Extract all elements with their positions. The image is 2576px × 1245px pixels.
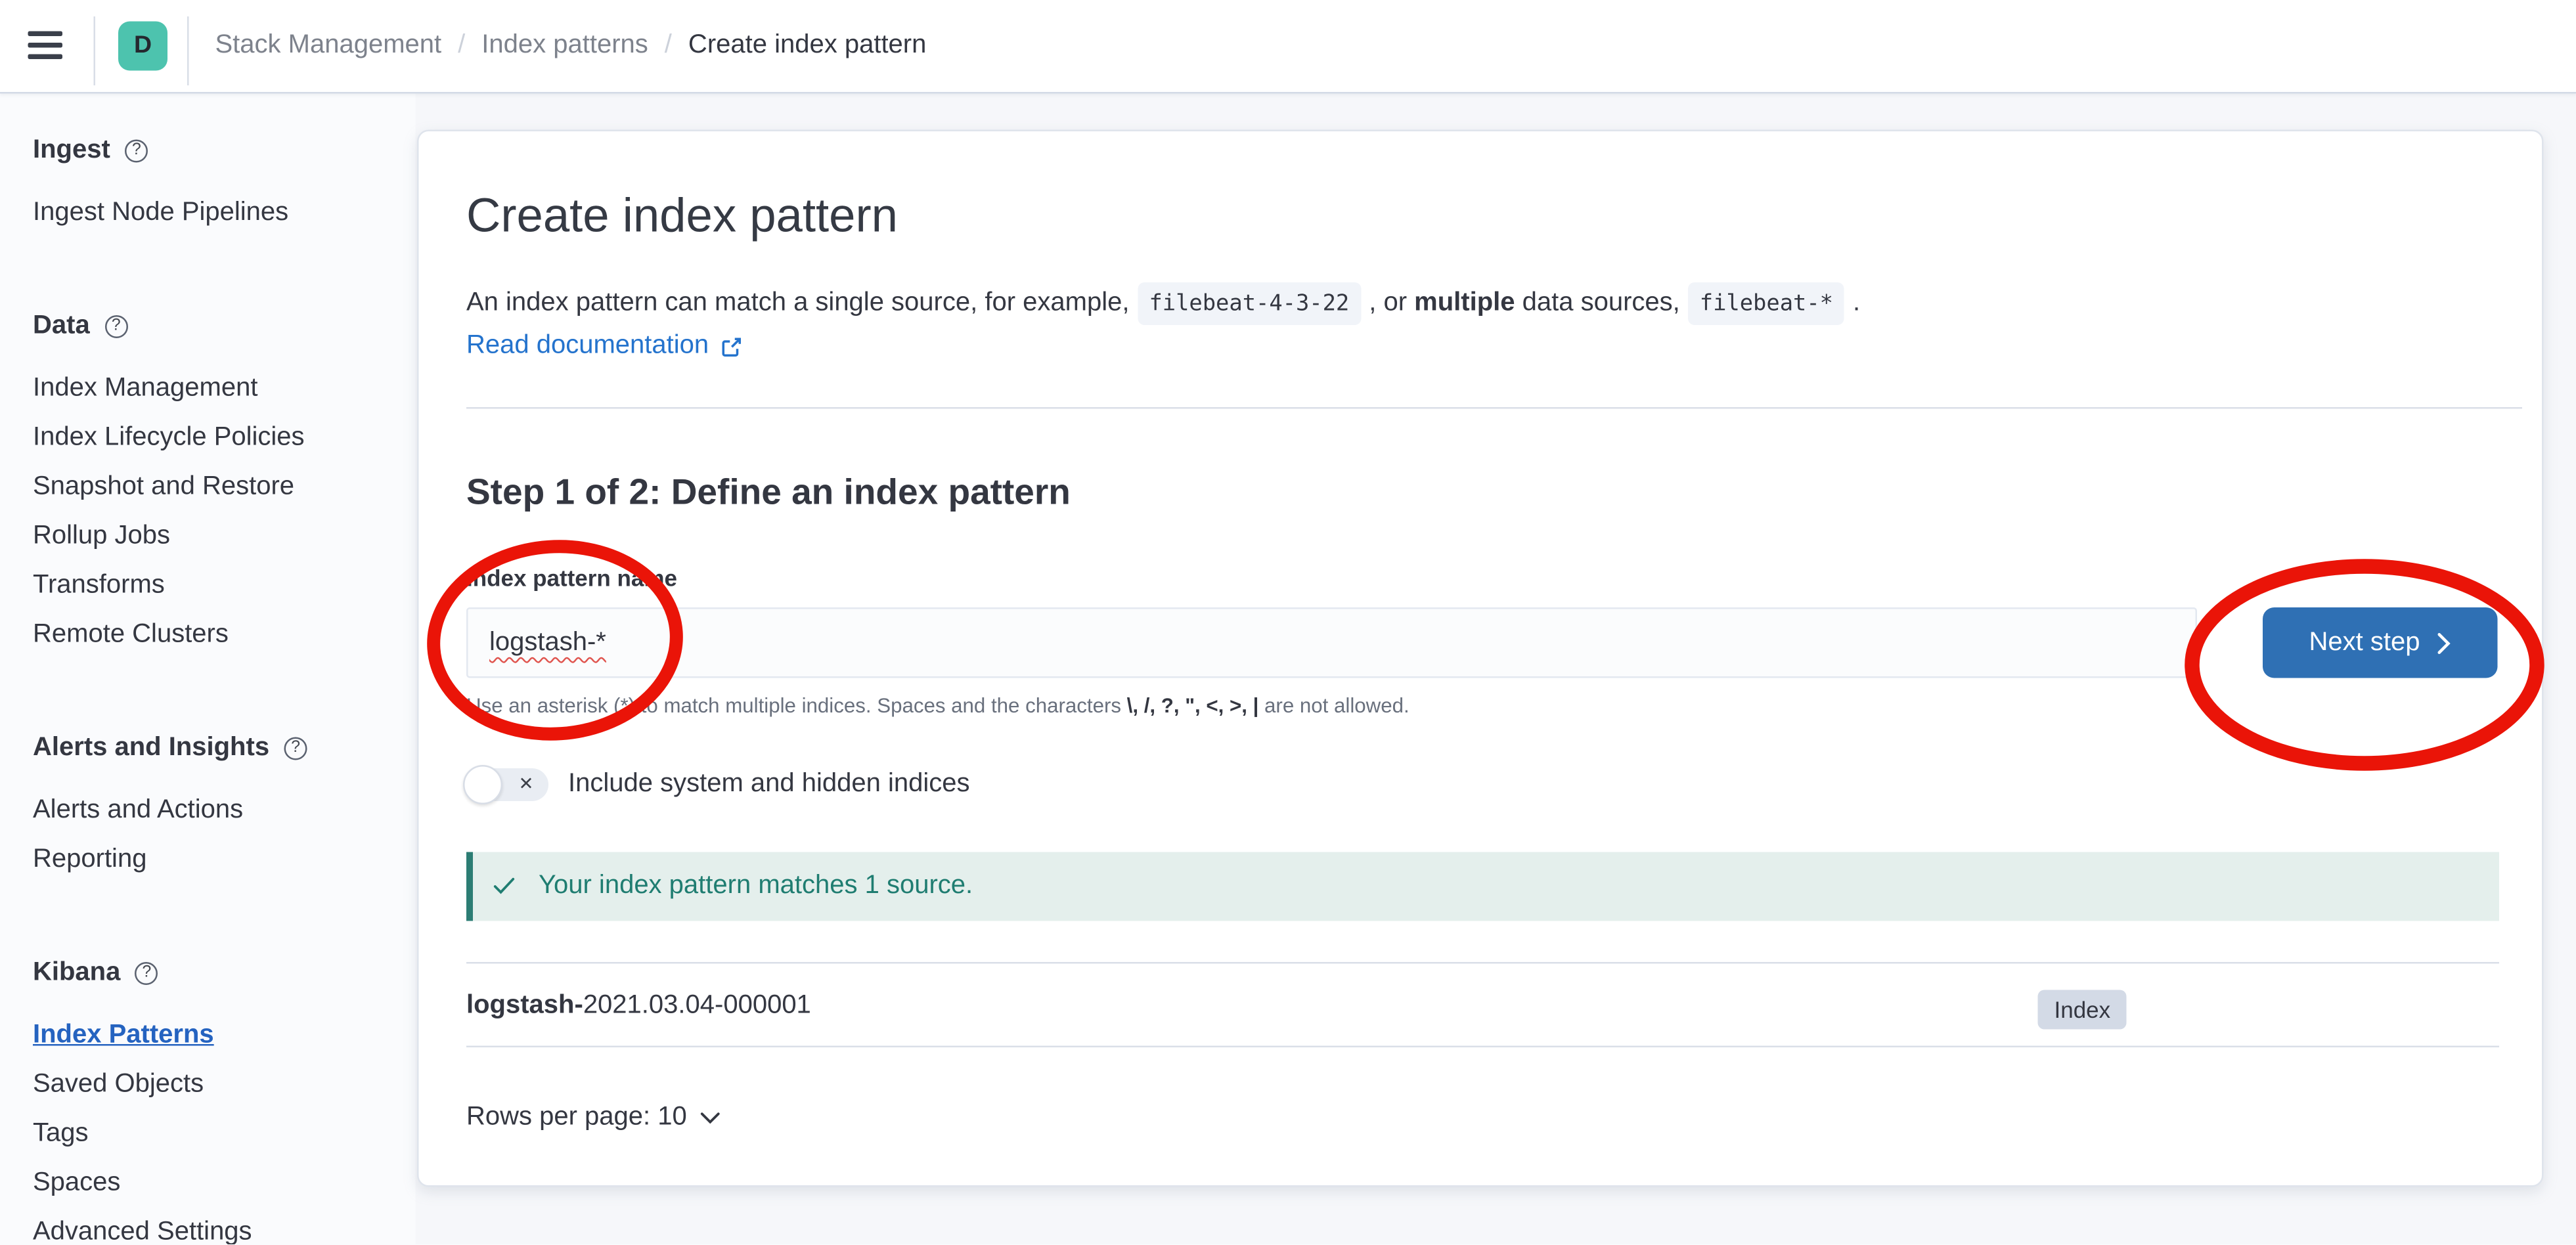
breadcrumb-stack-management[interactable]: Stack Management [215,32,442,61]
chevron-down-icon [700,1112,722,1125]
sidebar-section-title: Ingest [33,128,110,174]
header-divider [187,16,189,85]
matched-index-name: logstash-2021.03.04-000001 [466,992,811,1021]
rows-per-page-button[interactable]: Rows per page: 10 [466,1100,721,1136]
code-example: filebeat-* [1688,282,1844,325]
sidebar-item-transforms[interactable]: Transforms [33,561,416,611]
sidebar-section-data: Data ? Index Management Index Lifecycle … [33,304,416,661]
sidebar-item-ingest-node-pipelines[interactable]: Ingest Node Pipelines [33,189,416,238]
sidebar-section-title: Alerts and Insights [33,726,269,772]
help-icon[interactable]: ? [104,315,127,338]
sidebar-section-alerts-insights: Alerts and Insights ? Alerts and Actions… [33,726,416,885]
sidebar-item-remote-clusters[interactable]: Remote Clusters [33,611,416,660]
read-documentation-link[interactable]: Read documentation [466,332,742,361]
sidebar-item-alerts-and-actions[interactable]: Alerts and Actions [33,787,416,836]
include-hidden-indices-row: ✕ Include system and hidden indices [466,767,969,803]
sidebar-section-header: Alerts and Insights ? [33,726,416,772]
success-callout: Your index pattern matches 1 source. [466,852,2499,921]
next-step-button[interactable]: Next step [2263,607,2498,678]
sidebar-item-advanced-settings[interactable]: Advanced Settings [33,1208,416,1245]
index-pattern-name-label: Index pattern name [466,565,677,591]
code-example: filebeat-4-3-22 [1138,282,1361,325]
space-avatar[interactable]: D [118,22,167,71]
sidebar-section-header: Ingest ? [33,128,416,174]
description-text: . [1853,289,1860,317]
sidebar-item-tags[interactable]: Tags [33,1110,416,1159]
sidebar-item-saved-objects[interactable]: Saved Objects [33,1060,416,1110]
next-step-label: Next step [2309,628,2420,657]
index-type-badge: Index [2038,990,2127,1030]
external-link-icon [721,336,742,357]
sidebar-section-header: Data ? [33,304,416,350]
help-icon[interactable]: ? [125,140,148,163]
sidebar-item-spaces[interactable]: Spaces [33,1159,416,1208]
sidebar-item-index-management[interactable]: Index Management [33,364,416,414]
check-icon [493,877,516,896]
description-bold: multiple [1414,289,1515,317]
header-divider [94,16,96,85]
chevron-right-icon [2436,631,2451,654]
sidebar-section-kibana: Kibana ? Index Patterns Saved Objects Ta… [33,951,416,1245]
page-title: Create index pattern [466,186,898,248]
sidebar-item-index-patterns[interactable]: Index Patterns [33,1011,416,1060]
matched-index-suffix: 2021.03.04-000001 [583,992,811,1020]
kibana-create-index-pattern-page: D Stack Management / Index patterns / Cr… [0,0,2576,1245]
toggle-label: Include system and hidden indices [568,770,969,800]
table-divider-top [466,962,2499,964]
description-text: An index pattern can match a single sour… [466,289,1129,317]
breadcrumb: Stack Management / Index patterns / Crea… [215,0,927,92]
read-documentation-label: Read documentation [466,332,709,361]
menu-hamburger-icon[interactable] [28,32,63,61]
include-hidden-indices-toggle[interactable]: ✕ [466,768,548,801]
sidebar-section-ingest: Ingest ? Ingest Node Pipelines [33,128,416,238]
index-pattern-name-input[interactable]: logstash-* [466,607,2197,678]
breadcrumb-index-patterns[interactable]: Index patterns [481,32,648,61]
sidebar-section-title: Data [33,304,90,350]
helper-suffix: are not allowed. [1258,695,1409,718]
success-callout-message: Your index pattern matches 1 source. [539,872,973,902]
sidebar-section-title: Kibana [33,951,120,997]
top-navigation-bar: D Stack Management / Index patterns / Cr… [0,0,2576,94]
breadcrumb-current-page: Create index pattern [688,32,926,61]
table-divider-bottom [466,1046,2499,1048]
page-description: An index pattern can match a single sour… [466,282,1860,325]
rows-per-page-label: Rows per page: 10 [466,1103,687,1133]
helper-prefix: Use an asterisk (*) to match multiple in… [466,695,1127,718]
toggle-knob [463,765,502,804]
sidebar-item-index-lifecycle-policies[interactable]: Index Lifecycle Policies [33,414,416,463]
breadcrumb-separator: / [665,32,672,61]
sidebar-item-rollup-jobs[interactable]: Rollup Jobs [33,512,416,561]
sidebar-section-header: Kibana ? [33,951,416,997]
help-icon[interactable]: ? [284,737,307,760]
helper-forbidden-chars: \, /, ?, ", <, >, | [1127,695,1259,718]
create-index-pattern-panel: Create index pattern An index pattern ca… [417,130,2544,1187]
help-icon[interactable]: ? [135,962,158,985]
toggle-off-cross-icon: ✕ [518,774,533,797]
matched-index-prefix: logstash- [466,992,583,1020]
description-text: data sources, [1515,289,1680,317]
management-sidebar: Ingest ? Ingest Node Pipelines Data ? In… [0,92,416,1245]
description-text: , or [1369,289,1414,317]
section-divider [466,407,2522,409]
input-helper-text: Use an asterisk (*) to match multiple in… [466,695,1410,718]
breadcrumb-separator: / [458,32,465,61]
step-heading: Step 1 of 2: Define an index pattern [466,471,1071,514]
sidebar-item-reporting[interactable]: Reporting [33,836,416,885]
index-pattern-name-value: logstash-* [489,628,606,657]
sidebar-item-snapshot-and-restore[interactable]: Snapshot and Restore [33,463,416,512]
